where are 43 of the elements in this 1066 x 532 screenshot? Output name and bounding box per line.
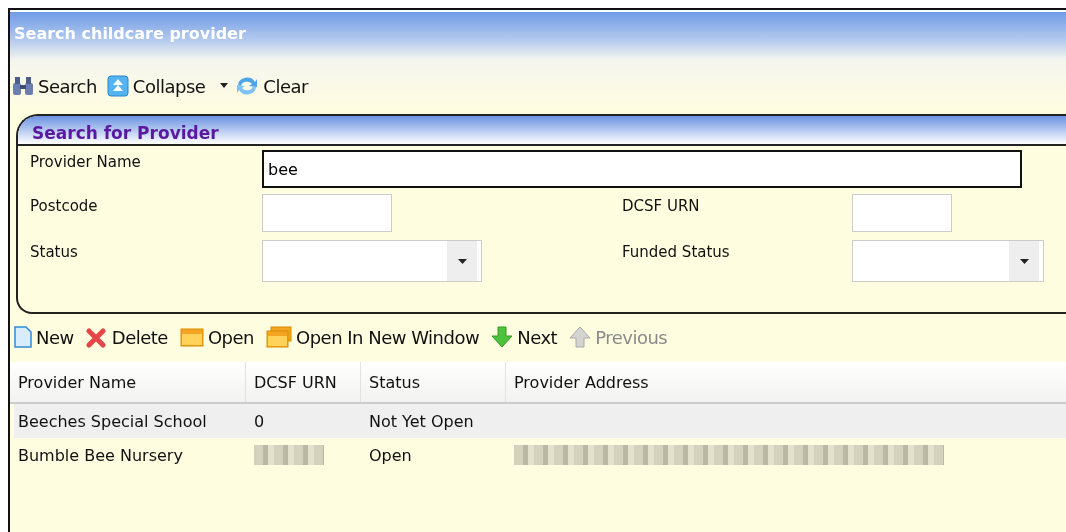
toolbar-button[interactable]: Clear [235, 75, 312, 97]
column-header[interactable]: Provider Address [506, 362, 1066, 402]
up-arrow-icon [569, 326, 592, 348]
folder-icon [179, 327, 204, 347]
folders-icon [266, 326, 292, 348]
caret-icon [457, 258, 467, 264]
table-cell: Bumble Bee Nursery [18, 445, 183, 465]
dropdown-field[interactable] [852, 240, 1044, 282]
toolbar-button[interactable]: Next [491, 326, 562, 348]
text-field[interactable] [262, 194, 392, 232]
table-cell: Not Yet Open [369, 411, 474, 431]
column-header[interactable]: Status [361, 362, 506, 402]
caret-icon[interactable] [219, 83, 230, 89]
dropdown-field[interactable] [262, 240, 482, 282]
toolbar-button[interactable]: Search [12, 75, 101, 97]
window-title: Search childcare provider [14, 24, 246, 43]
collapse-icon [106, 75, 129, 97]
field-label: DCSF URN [622, 196, 701, 215]
refresh-icon [235, 75, 260, 97]
down-arrow-icon [491, 326, 514, 348]
field-label: Funded Status [622, 242, 731, 261]
table-row[interactable]: Bumble Bee Nursery Open [14, 438, 1066, 472]
table-cell: Open [369, 445, 412, 465]
delete-icon [85, 326, 108, 348]
table-row[interactable]: Beeches Special School 0 Not Yet Open [14, 404, 1066, 438]
text-field[interactable] [852, 194, 952, 232]
column-header[interactable]: Provider Name [10, 362, 246, 402]
field-label: Status [30, 242, 79, 261]
field-label: Provider Name [30, 152, 142, 171]
table-cell: Beeches Special School [18, 411, 207, 431]
text-field[interactable]: bee [262, 150, 1022, 188]
toolbar-button[interactable]: Delete [85, 326, 172, 348]
panel-title: Search for Provider [32, 123, 219, 143]
toolbar-button[interactable]: Collapse [106, 75, 210, 97]
toolbar-button[interactable]: Open In New Window [266, 326, 484, 348]
column-header[interactable]: DCSF URN [246, 362, 361, 402]
toolbar-button[interactable]: Open [179, 326, 258, 348]
toolbar-button[interactable]: New [14, 326, 78, 348]
binoculars-icon [12, 76, 34, 96]
table-cell: 0 [254, 411, 265, 431]
field-label: Postcode [30, 196, 99, 215]
document-icon [14, 326, 32, 348]
caret-icon [1019, 258, 1029, 264]
